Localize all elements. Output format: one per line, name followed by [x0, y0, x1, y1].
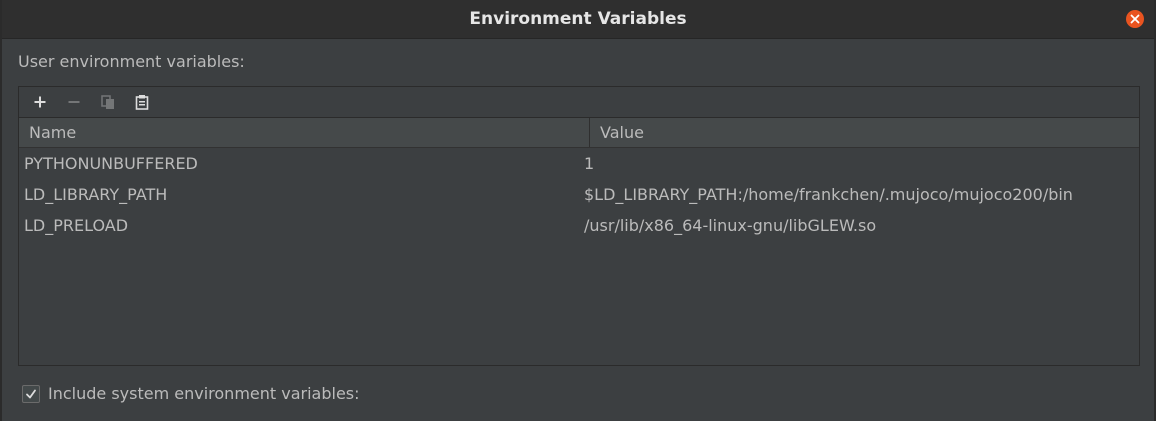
add-button[interactable]: [27, 90, 53, 114]
row-name[interactable]: LD_PRELOAD: [19, 216, 579, 235]
row-value[interactable]: 1: [579, 154, 594, 173]
include-system-vars-option: Include system environment variables:: [22, 384, 360, 403]
row-value[interactable]: /usr/lib/x86_64-linux-gnu/libGLEW.so: [579, 216, 876, 235]
copy-icon: [101, 95, 114, 109]
paste-button[interactable]: [129, 90, 155, 114]
table-row[interactable]: PYTHONUNBUFFERED 1: [19, 148, 1139, 179]
close-icon: [1130, 14, 1140, 24]
paste-icon: [135, 95, 149, 110]
dialog-title: Environment Variables: [469, 9, 687, 29]
column-header-value[interactable]: Value: [590, 118, 644, 147]
plus-icon: [34, 96, 46, 108]
row-name[interactable]: LD_LIBRARY_PATH: [19, 185, 579, 204]
remove-button[interactable]: [61, 90, 87, 114]
minus-icon: [68, 101, 80, 103]
table-toolbar: [19, 87, 1139, 117]
row-name[interactable]: PYTHONUNBUFFERED: [19, 154, 579, 173]
table-row[interactable]: LD_PRELOAD /usr/lib/x86_64-linux-gnu/lib…: [19, 210, 1139, 241]
column-header-name[interactable]: Name: [19, 118, 590, 147]
close-button[interactable]: [1126, 10, 1144, 28]
include-system-vars-label[interactable]: Include system environment variables:: [48, 384, 360, 403]
copy-button[interactable]: [95, 90, 121, 114]
env-vars-panel: Name Value PYTHONUNBUFFERED 1 LD_LIBRARY…: [18, 86, 1140, 366]
title-bar[interactable]: Environment Variables: [2, 0, 1154, 39]
environment-variables-dialog: Environment Variables User environment v…: [0, 0, 1156, 421]
table-body: PYTHONUNBUFFERED 1 LD_LIBRARY_PATH $LD_L…: [19, 148, 1139, 241]
include-system-vars-checkbox[interactable]: [22, 384, 40, 403]
row-value[interactable]: $LD_LIBRARY_PATH:/home/frankchen/.mujoco…: [579, 185, 1073, 204]
checkmark-icon: [26, 389, 36, 398]
user-env-vars-label: User environment variables:: [18, 52, 245, 71]
table-header: Name Value: [19, 117, 1139, 148]
table-row[interactable]: LD_LIBRARY_PATH $LD_LIBRARY_PATH:/home/f…: [19, 179, 1139, 210]
